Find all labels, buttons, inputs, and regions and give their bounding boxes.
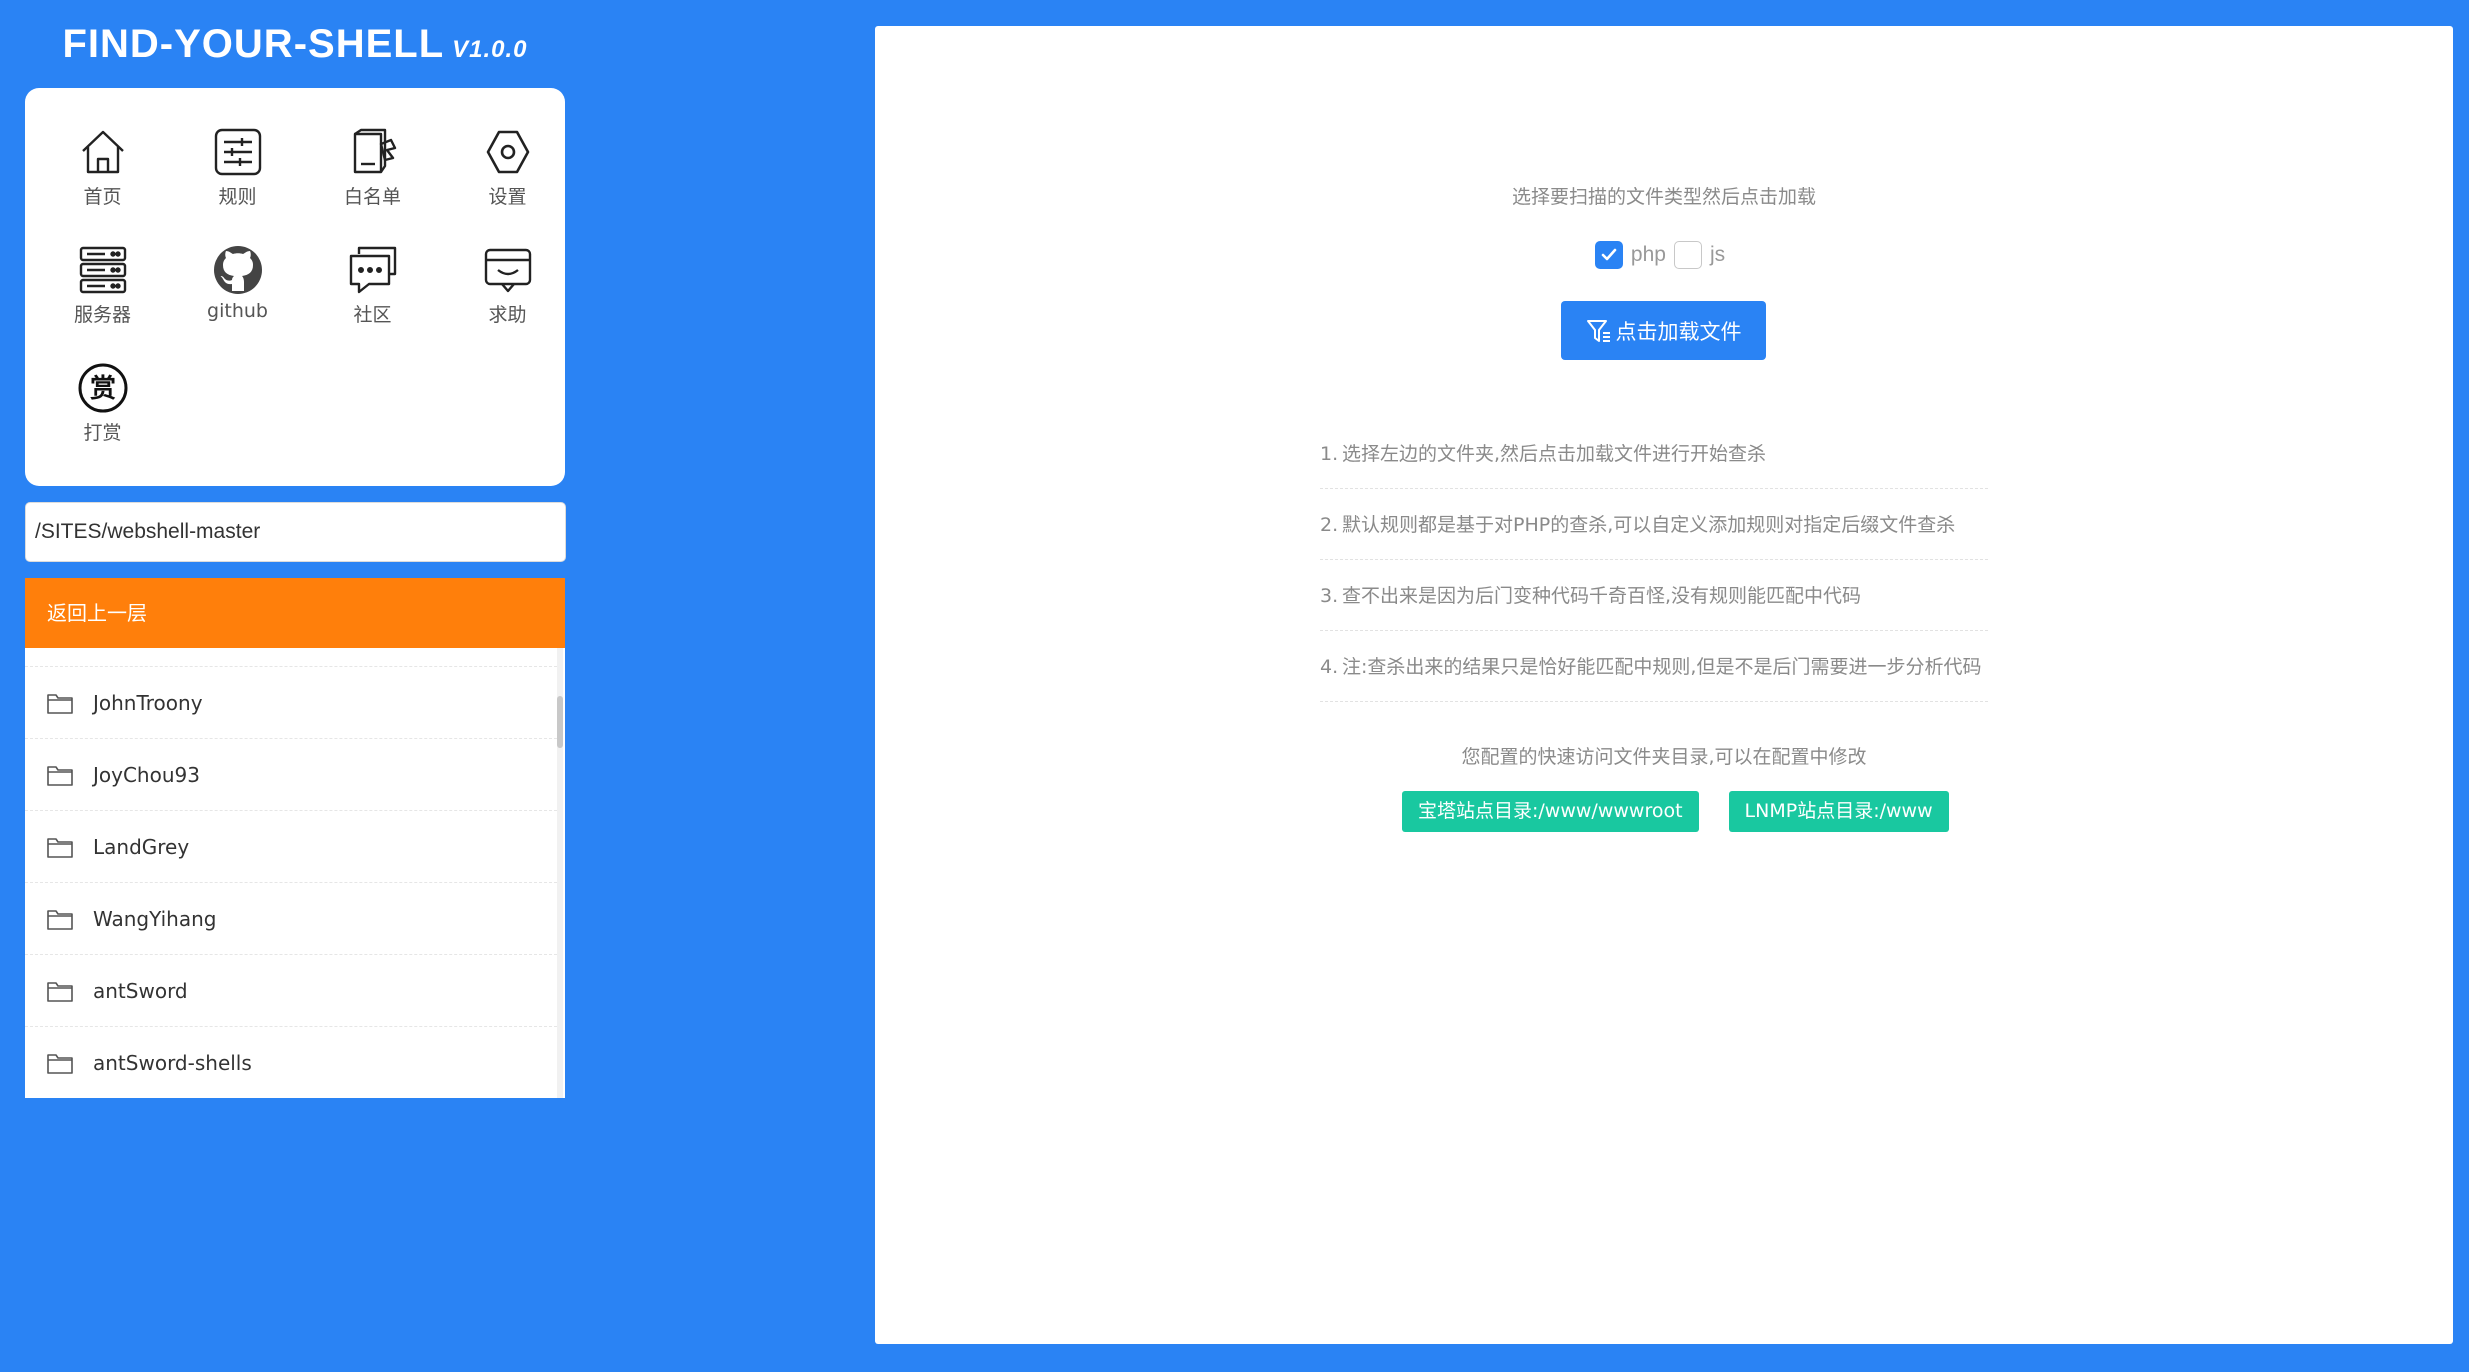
app-version: V1.0.0	[452, 36, 528, 63]
folder-item[interactable]: antSword	[25, 955, 557, 1027]
path-input[interactable]	[25, 502, 566, 562]
folder-browser: 返回上一层 JohnTroony JoyChou93 LandGrey Wang…	[25, 578, 565, 1098]
tip-text: 选择左边的文件夹,然后点击加载文件进行开始查杀	[1342, 443, 1767, 465]
folder-icon	[47, 1053, 73, 1074]
php-checkbox[interactable]	[1594, 241, 1623, 269]
reward-icon: 赏	[78, 363, 127, 413]
folder-item[interactable]: antSword-shells	[25, 1027, 557, 1098]
folder-item[interactable]: WangYihang	[25, 883, 557, 955]
tip-item: 4. 注:查杀出来的结果只是恰好能匹配中规则,但是不是后门需要进一步分析代码	[1320, 631, 1988, 702]
rules-icon	[214, 128, 261, 176]
svg-text:赏: 赏	[89, 374, 115, 404]
nav-item-rules[interactable]: 规则	[170, 126, 305, 244]
nav-item-label: 白名单	[343, 186, 401, 208]
tip-item: 1. 选择左边的文件夹,然后点击加载文件进行开始查杀	[1320, 418, 1988, 489]
load-files-label: 点击加载文件	[1615, 319, 1742, 344]
nav-item-label: 首页	[83, 186, 122, 208]
folder-icon	[47, 909, 73, 930]
nav-item-settings[interactable]: 设置	[440, 126, 575, 244]
tip-text: 默认规则都是基于对PHP的查杀,可以自定义添加规则对指定后缀文件查杀	[1342, 514, 1956, 536]
folder-name: antSword-shells	[93, 1050, 252, 1075]
tip-number: 3.	[1320, 585, 1339, 607]
tip-number: 1.	[1320, 443, 1339, 465]
nav-panel: 首页 规则 白名单 设置 服务器 github 社区 求助 赏 打赏	[25, 88, 565, 486]
folder-icon	[47, 765, 73, 786]
nav-item-help[interactable]: 求助	[440, 244, 575, 362]
nav-item-label: 打赏	[83, 422, 122, 444]
main-panel: 选择要扫描的文件类型然后点击加载 php js 点击加载文件 1. 选择左边的文件…	[875, 26, 2453, 1344]
js-checkbox[interactable]	[1673, 241, 1702, 269]
folder-icon	[47, 837, 73, 858]
nav-item-label: 规则	[218, 186, 257, 208]
nav-item-server[interactable]: 服务器	[35, 244, 170, 362]
settings-icon	[486, 130, 529, 174]
tip-number: 4.	[1320, 656, 1339, 678]
check-icon	[1601, 248, 1617, 261]
nav-item-reward[interactable]: 赏 打赏	[35, 362, 170, 480]
folder-list: JohnTroony JoyChou93 LandGrey WangYihang…	[25, 648, 557, 1098]
github-icon	[213, 246, 262, 294]
folder-name: JohnTroony	[93, 690, 203, 715]
whitelist-icon	[353, 128, 396, 174]
folder-item[interactable]: JohnTroony	[25, 667, 557, 739]
back-up-button[interactable]: 返回上一层	[25, 578, 565, 648]
folder-name: antSword	[93, 978, 188, 1003]
nav-item-label: 社区	[353, 304, 392, 326]
home-icon	[81, 130, 124, 174]
scan-prompt: 选择要扫描的文件类型然后点击加载	[1511, 186, 1816, 208]
folder-icon	[47, 981, 73, 1002]
folder-name: LandGrey	[93, 834, 190, 859]
js-checkbox-label[interactable]: js	[1710, 243, 1725, 267]
filter-icon	[1586, 319, 1610, 342]
tip-item: 2. 默认规则都是基于对PHP的查杀,可以自定义添加规则对指定后缀文件查杀	[1320, 489, 1988, 560]
scrollbar-thumb[interactable]	[557, 696, 563, 748]
nav-item-github[interactable]: github	[170, 244, 305, 362]
php-checkbox-label[interactable]: php	[1631, 243, 1666, 267]
help-icon	[484, 248, 531, 293]
load-files-button[interactable]: 点击加载文件	[1561, 301, 1766, 360]
shortcut-lnmp-button[interactable]: LNMP站点目录:/www	[1728, 791, 1949, 832]
tips-list: 1. 选择左边的文件夹,然后点击加载文件进行开始查杀 2. 默认规则都是基于对PHP…	[1320, 418, 1988, 702]
file-type-selector: php js	[875, 241, 2453, 269]
folder-icon	[47, 693, 73, 714]
nav-item-label: 求助	[488, 304, 527, 326]
tip-item: 3. 查不出来是因为后门变种代码千奇百怪,没有规则能匹配中代码	[1320, 560, 1988, 631]
nav-item-label: 设置	[488, 186, 527, 208]
server-icon	[79, 246, 126, 294]
app-name: FIND-YOUR-SHELL	[62, 22, 445, 66]
folder-name: JoyChou93	[93, 762, 200, 787]
nav-item-label: github	[207, 300, 268, 322]
tip-text: 查不出来是因为后门变种代码千奇百怪,没有规则能匹配中代码	[1342, 585, 1862, 607]
community-icon	[349, 246, 396, 294]
nav-item-community[interactable]: 社区	[305, 244, 440, 362]
shortcut-buttons: 宝塔站点目录:/www/wwwroot LNMP站点目录:/www	[1402, 791, 1979, 832]
folder-name: WangYihang	[93, 906, 217, 931]
tip-number: 2.	[1320, 514, 1339, 536]
folder-item[interactable]: LandGrey	[25, 811, 557, 883]
app-title: FIND-YOUR-SHELL V1.0.0	[25, 22, 565, 67]
nav-item-label: 服务器	[73, 304, 131, 326]
shortcut-baota-button[interactable]: 宝塔站点目录:/www/wwwroot	[1402, 791, 1699, 832]
folder-scrollbar[interactable]	[557, 648, 563, 1098]
nav-item-whitelist[interactable]: 白名单	[305, 126, 440, 244]
nav-item-home[interactable]: 首页	[35, 126, 170, 244]
folder-item[interactable]: JoyChou93	[25, 739, 557, 811]
tip-text: 注:查杀出来的结果只是恰好能匹配中规则,但是不是后门需要进一步分析代码	[1342, 656, 1982, 678]
shortcut-prompt: 您配置的快速访问文件夹目录,可以在配置中修改	[1461, 746, 1867, 768]
nav-grid: 首页 规则 白名单 设置 服务器 github 社区 求助 赏 打赏	[35, 126, 565, 480]
